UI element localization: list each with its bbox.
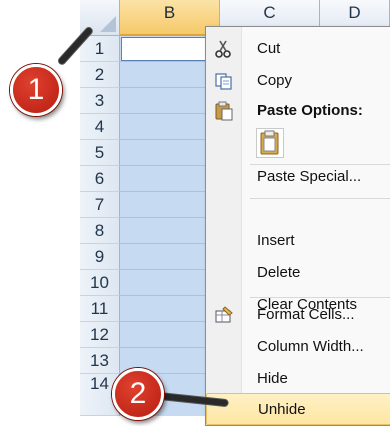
callout-badge-2: 2 (112, 368, 164, 420)
menu-item-label: Paste Options: (257, 102, 363, 119)
format-cells-icon (215, 306, 233, 323)
menu-item-label: Insert (257, 232, 295, 249)
scissors-icon (215, 40, 231, 58)
menu-item-copy[interactable]: Copy (206, 65, 390, 97)
menu-item-hide[interactable]: Hide (206, 363, 390, 395)
menu-item-label: Format Cells... (257, 306, 355, 323)
row-header-1[interactable]: 1 (80, 36, 120, 62)
row-header-8[interactable]: 8 (80, 218, 120, 244)
menu-item-column-width[interactable]: Column Width... (206, 331, 390, 363)
paste-button[interactable] (256, 128, 284, 158)
row-header-9[interactable]: 9 (80, 244, 120, 270)
menu-item-paste-special[interactable]: Paste Special... (206, 161, 390, 193)
row-header-4[interactable]: 4 (80, 114, 120, 140)
menu-item-label: Copy (257, 72, 293, 89)
menu-item-label: Column Width... (257, 338, 364, 355)
row-header-5[interactable]: 5 (80, 140, 120, 166)
menu-item-label: Hide (257, 370, 288, 387)
row-header-12[interactable]: 12 (80, 322, 120, 348)
paste-clipboard-icon (260, 130, 279, 155)
row-header-11[interactable]: 11 (80, 296, 120, 322)
context-menu: Cut Copy Paste Options: Paste Special... (205, 26, 390, 426)
menu-item-insert[interactable]: Insert (206, 225, 390, 257)
menu-item-label: Unhide (258, 401, 306, 418)
row-header-10[interactable]: 10 (80, 270, 120, 296)
menu-item-label: Cut (257, 40, 281, 57)
menu-item-cut[interactable]: Cut (206, 33, 390, 65)
row-header-13[interactable]: 13 (80, 348, 120, 374)
menu-item-paste-options: Paste Options: (206, 95, 390, 127)
callout-badge-1: 1 (10, 64, 62, 116)
menu-item-delete[interactable]: Delete (206, 257, 390, 289)
copy-icon (215, 73, 232, 90)
row-header-2[interactable]: 2 (80, 62, 120, 88)
row-header-3[interactable]: 3 (80, 88, 120, 114)
menu-item-label: Paste Special... (257, 168, 362, 185)
row-header-6[interactable]: 6 (80, 166, 120, 192)
paste-icon (215, 101, 233, 121)
active-cell-b1[interactable] (121, 37, 218, 61)
menu-item-format-cells[interactable]: Format Cells... (206, 299, 390, 331)
menu-item-label: Delete (257, 264, 301, 281)
menu-item-unhide[interactable]: Unhide (206, 393, 390, 425)
row-header-7[interactable]: 7 (80, 192, 120, 218)
